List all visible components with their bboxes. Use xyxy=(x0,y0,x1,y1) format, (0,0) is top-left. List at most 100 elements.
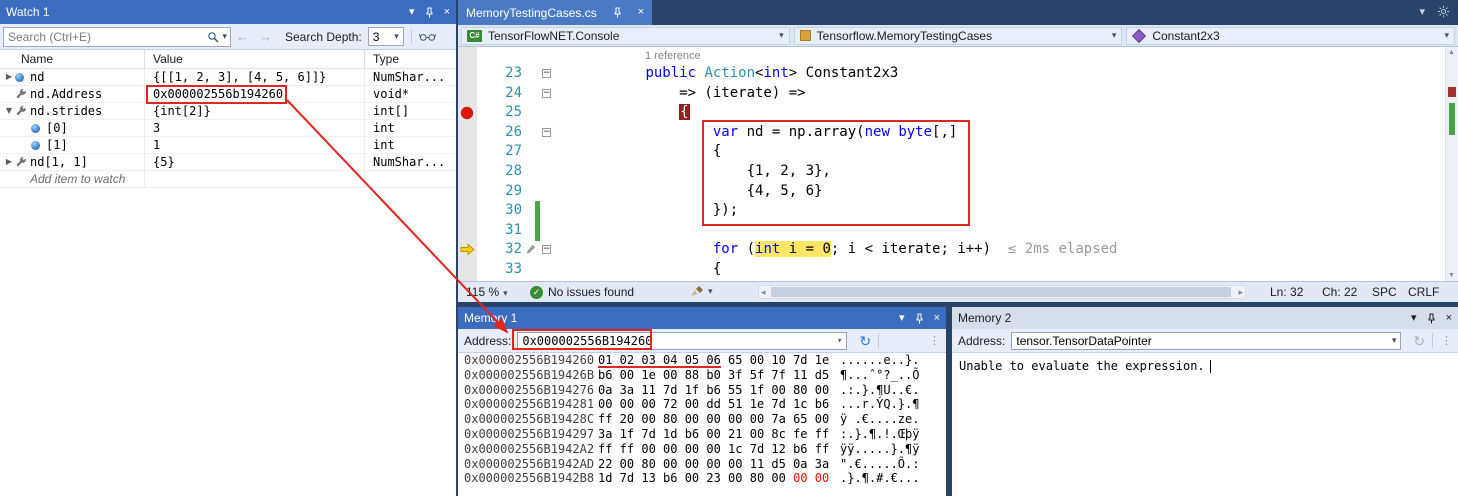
watch-row[interactable]: Add item to watch xyxy=(0,171,456,188)
search-input[interactable] xyxy=(4,30,207,44)
code-line-32[interactable]: 32− for (int i = 0; i < iterate; i++) ≤ … xyxy=(458,240,1445,260)
watch-row[interactable]: ▼nd.strides{int[2]}int[] xyxy=(0,103,456,120)
memory-row[interactable]: 0x000002556B19426001 02 03 04 05 06 65 0… xyxy=(458,353,946,368)
memory-row[interactable]: 0x000002556B1942A2ff ff 00 00 00 00 1c 7… xyxy=(458,442,946,457)
code-line-33[interactable]: 33 { xyxy=(458,260,1445,280)
watch-row[interactable]: ▶nd[1, 1]{5}NumShar... xyxy=(0,154,456,171)
line-number: 27 xyxy=(478,142,522,162)
pin-icon[interactable] xyxy=(424,7,435,18)
watch-type: int xyxy=(365,137,456,153)
fold-collapse-icon[interactable]: − xyxy=(542,69,551,78)
expand-icon[interactable]: ▶ xyxy=(3,154,15,170)
search-next-icon[interactable]: → xyxy=(259,29,272,44)
watch-titlebar[interactable]: Watch 1 ▾ × xyxy=(0,0,456,24)
current-statement-icon[interactable] xyxy=(460,243,476,257)
column-header-value[interactable]: Value xyxy=(145,50,365,68)
scroll-right-icon[interactable]: ▸ xyxy=(1238,286,1243,298)
watch-settings-icon[interactable] xyxy=(419,31,436,42)
code-line-31[interactable]: 31 xyxy=(458,221,1445,241)
address-input[interactable] xyxy=(518,334,833,348)
code-line-25[interactable]: 25 { xyxy=(458,103,1445,123)
code-editor[interactable]: 1 reference 23− public Action<int> Const… xyxy=(458,47,1458,281)
memory-row[interactable]: 0x000002556B1942760a 3a 11 7d 1f b6 55 1… xyxy=(458,383,946,398)
pin-icon[interactable] xyxy=(612,7,623,18)
breakpoint-margin[interactable] xyxy=(460,145,476,159)
memory1-titlebar[interactable]: Memory 1 ▾ × xyxy=(458,307,946,329)
memory1-hex-dump[interactable]: 0x000002556B19426001 02 03 04 05 06 65 0… xyxy=(458,353,946,496)
refresh-icon[interactable]: ↻ xyxy=(1413,334,1425,348)
watch-row[interactable]: [0]3int xyxy=(0,120,456,137)
project-dropdown[interactable]: C# TensorFlowNET.Console ▾ xyxy=(461,27,790,45)
memory-row[interactable]: 0x000002556B1942B81d 7d 13 b6 00 23 00 8… xyxy=(458,471,946,486)
issues-indicator[interactable]: ✓No issues found xyxy=(530,285,634,299)
toolbar-separator xyxy=(1432,333,1433,348)
fold-collapse-icon[interactable]: − xyxy=(542,245,551,254)
window-menu-icon[interactable]: ▾ xyxy=(409,7,415,18)
watch-row[interactable]: nd.Address0x000002556b194260void* xyxy=(0,86,456,103)
memory2-titlebar[interactable]: Memory 2 ▾ × xyxy=(952,307,1458,329)
zoom-select[interactable]: 115 %▾ xyxy=(466,285,508,299)
window-menu-icon[interactable]: ▾ xyxy=(1411,313,1417,324)
scroll-down-icon[interactable]: ▼ xyxy=(1448,272,1455,279)
breakpoint-margin[interactable] xyxy=(460,87,476,101)
dropdown-icon[interactable]: ▾ xyxy=(833,336,846,346)
fold-collapse-icon[interactable]: − xyxy=(542,89,551,98)
address-input[interactable] xyxy=(1012,334,1387,348)
editor-vertical-scrollbar[interactable]: ▲ ▼ xyxy=(1445,47,1458,281)
breakpoint-margin[interactable] xyxy=(460,185,476,199)
pin-icon[interactable] xyxy=(914,313,925,324)
memory-row[interactable]: 0x000002556B19428100 00 00 72 00 dd 51 1… xyxy=(458,397,946,412)
dropdown-icon[interactable]: ▾ xyxy=(1388,335,1401,346)
watch-row[interactable]: [1]1int xyxy=(0,137,456,154)
search-dropdown-icon[interactable]: ▾ xyxy=(219,31,230,42)
column-header-type[interactable]: Type xyxy=(365,50,456,68)
breakpoint-margin[interactable] xyxy=(460,67,476,81)
close-icon[interactable]: × xyxy=(444,7,450,18)
collapse-icon[interactable]: ▼ xyxy=(3,103,15,119)
fold-collapse-icon[interactable]: − xyxy=(542,128,551,137)
code-line-26[interactable]: 26− var nd = np.array(new byte[,] xyxy=(458,123,1445,143)
memory-row[interactable]: 0x000002556B19428Cff 20 00 80 00 00 00 0… xyxy=(458,412,946,427)
memory-row[interactable]: 0x000002556B1942AD22 00 80 00 00 00 00 1… xyxy=(458,457,946,472)
scroll-up-icon[interactable]: ▲ xyxy=(1448,49,1455,56)
code-line-23[interactable]: 23− public Action<int> Constant2x3 xyxy=(458,64,1445,84)
breakpoint-icon[interactable] xyxy=(460,106,476,120)
breakpoint-margin[interactable] xyxy=(460,263,476,277)
memory2-message: Unable to evaluate the expression. xyxy=(959,359,1211,373)
search-previous-icon[interactable]: ← xyxy=(236,29,249,44)
code-line-28[interactable]: 28 {1, 2, 3}, xyxy=(458,162,1445,182)
close-icon[interactable]: × xyxy=(934,313,940,324)
active-files-icon[interactable]: ▾ xyxy=(1419,5,1425,18)
memory-row[interactable]: 0x000002556B1942973a 1f 7d 1d b6 00 21 0… xyxy=(458,427,946,442)
code-cleanup-button[interactable]: ▾ xyxy=(690,285,713,297)
codelens-references[interactable]: 1 reference xyxy=(645,50,701,62)
overflow-icon[interactable]: ⋮ xyxy=(1441,334,1452,347)
breakpoint-margin[interactable] xyxy=(460,224,476,238)
gear-icon[interactable] xyxy=(1437,5,1450,18)
pin-icon[interactable] xyxy=(1426,313,1437,324)
code-line-24[interactable]: 24− => (iterate) => xyxy=(458,84,1445,104)
breakpoint-margin[interactable] xyxy=(460,204,476,218)
breakpoint-margin[interactable] xyxy=(460,165,476,179)
watch-row[interactable]: ▶nd{[[1, 2, 3], [4, 5, 6]]}NumShar... xyxy=(0,69,456,86)
document-tab[interactable]: MemoryTestingCases.cs × xyxy=(458,0,652,25)
scroll-left-icon[interactable]: ◂ xyxy=(761,286,766,298)
scrollbar-thumb[interactable] xyxy=(771,287,1231,297)
code-line-27[interactable]: 27 { xyxy=(458,142,1445,162)
editor-horizontal-scrollbar[interactable]: ◂ ▸ xyxy=(758,285,1246,299)
breakpoint-margin[interactable] xyxy=(460,126,476,140)
search-icon[interactable] xyxy=(207,31,219,43)
expand-icon[interactable]: ▶ xyxy=(3,69,15,85)
refresh-icon[interactable]: ↻ xyxy=(859,334,871,348)
close-icon[interactable]: × xyxy=(638,7,644,18)
search-depth-select[interactable]: 3 ▾ xyxy=(368,27,404,46)
memory-row[interactable]: 0x000002556B19426Bb6 00 1e 00 88 b0 3f 5… xyxy=(458,368,946,383)
column-header-name[interactable]: Name xyxy=(0,50,145,68)
code-line-29[interactable]: 29 {4, 5, 6} xyxy=(458,182,1445,202)
overflow-icon[interactable]: ⋮ xyxy=(929,334,940,347)
class-dropdown[interactable]: Tensorflow.MemoryTestingCases ▾ xyxy=(794,27,1123,45)
member-dropdown[interactable]: Constant2x3 ▾ xyxy=(1126,27,1455,45)
code-line-30[interactable]: 30 }); xyxy=(458,201,1445,221)
window-menu-icon[interactable]: ▾ xyxy=(899,313,905,324)
close-icon[interactable]: × xyxy=(1446,313,1452,324)
